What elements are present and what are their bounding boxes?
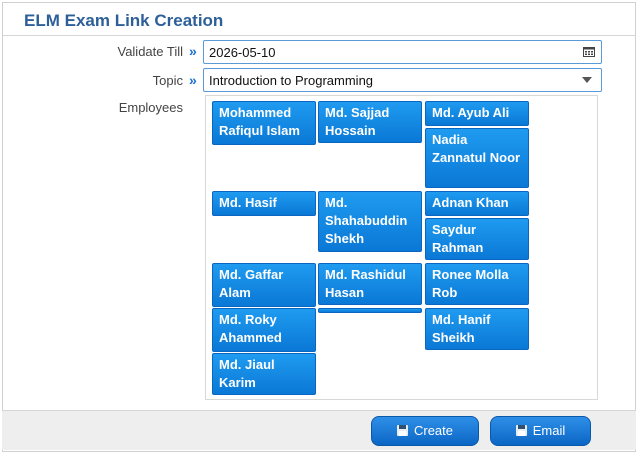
employees-label: Employees [118,100,183,115]
email-button[interactable]: Email [490,416,591,446]
employee-tile[interactable]: Ronee Molla Rob [425,263,529,305]
page-title: ELM Exam Link Creation [24,11,224,30]
employee-tile[interactable]: Md. Ayub Ali [425,101,529,126]
email-button-label: Email [532,423,566,438]
employee-tile[interactable]: Adnan Khan [425,191,529,216]
employee-tile[interactable]: Nadia Zannatul Noor [425,128,529,188]
title-bar: ELM Exam Link Creation [3,3,635,36]
employee-tile[interactable]: Md. Rashidul Hasan [318,263,422,305]
validate-till-value: 2026-05-10 [209,45,276,60]
calendar-icon[interactable] [583,46,595,57]
employee-tile[interactable]: Md. Roky Ahammed [212,308,316,352]
create-button[interactable]: Create [371,416,479,446]
validate-till-chevron-icon: » [189,43,197,59]
floppy-disk-icon [515,425,527,436]
chevron-down-icon[interactable] [582,77,592,83]
employee-tile[interactable]: Mohammed Rafiqul Islam [212,101,316,145]
employee-tile[interactable]: Md. Gaffar Alam [212,263,316,307]
topic-label: Topic [152,73,183,88]
create-button-label: Create [413,423,454,438]
employee-tile-empty[interactable] [318,308,422,313]
employee-tile[interactable]: Md. Hasif [212,191,316,216]
topic-select[interactable]: Introduction to Programming [203,68,602,92]
topic-chevron-icon: » [189,72,197,88]
employee-tile[interactable]: Md. Sajjad Hossain [318,101,422,143]
validate-till-input[interactable]: 2026-05-10 [203,40,602,64]
employee-tile[interactable]: Saydur Rahman [425,218,529,260]
validate-till-label: Validate Till [117,44,183,59]
employee-tile[interactable]: Md. Jiaul Karim [212,353,316,395]
floppy-disk-icon [396,425,408,436]
employee-tile[interactable]: Md. Hanif Sheikh [425,308,529,350]
topic-value: Introduction to Programming [209,73,374,88]
employee-tile[interactable]: Md. Shahabuddin Shekh [318,191,422,252]
